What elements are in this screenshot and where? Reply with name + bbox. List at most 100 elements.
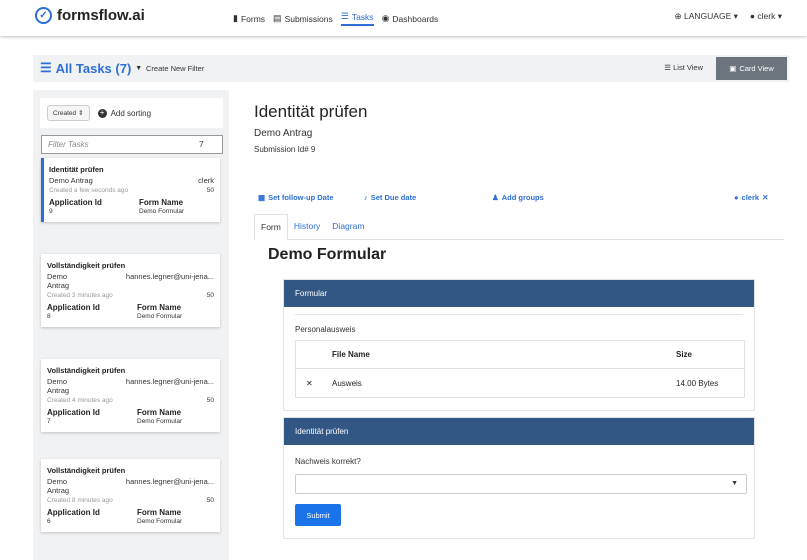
identitaet-panel: Identität prüfen Nachweis korrekt? ▼ Sub…	[283, 417, 755, 539]
form-name-value: Demo Formular	[137, 518, 183, 525]
task-priority: 50	[206, 292, 214, 299]
add-groups-button[interactable]: ♟ Add groups	[492, 193, 544, 202]
app-id-label: Application Id	[47, 508, 100, 517]
formular-panel: Formular Personalausweis File Name Size …	[283, 279, 755, 411]
task-card[interactable]: Identität prüfen Demo Antrag clerk Creat…	[41, 158, 220, 222]
tab-history[interactable]: History	[288, 214, 326, 239]
set-due-date-button[interactable]: ♪ Set Due date	[364, 193, 416, 202]
task-product-cont: Antrag	[47, 486, 70, 495]
assignee-button[interactable]: ● clerk ✕	[734, 193, 768, 202]
main-nav: ▮ Forms ▤ Submissions ☰ Tasks ◉ Dashboar…	[233, 11, 438, 26]
app-id-label: Application Id	[49, 198, 102, 207]
caret-down-icon: ▼	[731, 480, 738, 487]
add-sorting-button[interactable]: + Add sorting	[97, 108, 151, 118]
form-name-label: Form Name	[137, 303, 182, 312]
task-title: Identität prüfen	[254, 102, 368, 121]
task-sidebar: Created ⇕ + Add sorting Filter Tasks 7 I…	[33, 90, 229, 560]
file-table: File Name Size ✕ Ausweis 14.00 Bytes	[295, 340, 745, 398]
file-name[interactable]: Ausweis	[332, 379, 676, 388]
task-name: Vollständigkeit prüfen	[47, 366, 126, 375]
user-dropdown[interactable]: ● clerk ▾	[750, 11, 782, 22]
nav-tasks[interactable]: ☰ Tasks	[340, 11, 374, 26]
brand-logo[interactable]: ✓ formsflow.ai	[35, 7, 145, 24]
globe-icon: ⊕	[674, 11, 682, 21]
file-size: 14.00 Bytes	[676, 378, 719, 388]
task-name: Identität prüfen	[49, 165, 104, 174]
app-id-label: Application Id	[47, 303, 100, 312]
task-assignee: hannes.legner@uni-jena...	[125, 477, 214, 486]
task-priority: 50	[206, 497, 214, 504]
app-id-value: 8	[47, 313, 51, 320]
task-created: Created a few seconds ago	[49, 187, 129, 194]
all-tasks-dropdown[interactable]: ☰ All Tasks (7) ▼	[40, 60, 142, 76]
remove-file-icon[interactable]: ✕	[296, 379, 332, 388]
task-product-cont: Antrag	[47, 386, 70, 395]
task-created: Created 4 minutes ago	[47, 397, 113, 404]
close-icon[interactable]: ✕	[762, 193, 768, 202]
task-priority: 50	[206, 187, 214, 194]
submission-id: Submission Id# 9	[254, 145, 316, 154]
set-follow-up-button[interactable]: ▦ Set follow-up Date	[258, 193, 334, 202]
caret-down-icon: ▼	[135, 64, 143, 72]
form-title: Demo Formular	[268, 246, 387, 263]
tasks-icon: ☰	[340, 11, 349, 21]
task-card[interactable]: Vollständigkeit prüfen Demo hannes.legne…	[41, 459, 220, 532]
filter-count: 7	[199, 139, 204, 149]
language-dropdown[interactable]: ⊕ LANGUAGE ▾	[675, 11, 738, 22]
task-subtitle: Demo Antrag	[254, 128, 313, 139]
nav-forms[interactable]: ▮ Forms	[233, 11, 265, 26]
users-icon: ♟	[492, 193, 499, 202]
calendar-icon: ▦	[258, 193, 266, 202]
form-name-value: Demo Formular	[137, 418, 183, 425]
user-icon: ●	[749, 11, 756, 21]
task-created: Created 8 minutes ago	[47, 497, 113, 504]
submit-button[interactable]: Submit	[295, 504, 341, 526]
card-view-button[interactable]: ▣ Card View	[716, 57, 787, 80]
task-tabs: Form History Diagram	[254, 214, 784, 240]
table-header-row: File Name Size	[296, 341, 744, 369]
task-created: Created 3 minutes ago	[47, 292, 113, 299]
app-id-value: 9	[49, 208, 53, 215]
panel-header: Formular	[284, 280, 754, 307]
filter-tasks-input[interactable]: Filter Tasks	[41, 135, 223, 154]
task-card[interactable]: Vollständigkeit prüfen Demo hannes.legne…	[41, 254, 220, 327]
form-name-value: Demo Formular	[137, 313, 183, 320]
personalausweis-label: Personalausweis	[295, 325, 356, 334]
task-product: Demo	[47, 477, 68, 486]
task-assignee: hannes.legner@uni-jena...	[125, 272, 214, 281]
brand-name: formsflow.ai	[57, 7, 145, 24]
form-name-label: Form Name	[139, 198, 184, 207]
task-detail: Identität prüfen Demo Antrag Submission …	[236, 90, 789, 560]
list-view-button[interactable]: ☰ List View	[664, 63, 703, 72]
nachweis-label: Nachweis korrekt?	[295, 457, 361, 466]
top-navbar: ✓ formsflow.ai ▮ Forms ▤ Submissions ☰ T…	[0, 0, 807, 36]
nav-submissions[interactable]: ▤ Submissions	[273, 11, 333, 26]
task-card[interactable]: Vollständigkeit prüfen Demo hannes.legne…	[41, 359, 220, 432]
list-icon: ☰	[40, 60, 52, 75]
form-name-value: Demo Formular	[139, 208, 185, 215]
size-header: Size	[676, 350, 693, 359]
task-name: Vollständigkeit prüfen	[47, 466, 126, 475]
tab-diagram[interactable]: Diagram	[326, 214, 370, 239]
user-icon: ●	[734, 193, 739, 202]
sort-created-button[interactable]: Created ⇕	[47, 105, 90, 121]
app-id-label: Application Id	[47, 408, 100, 417]
bell-icon: ♪	[364, 193, 368, 202]
table-row: ✕ Ausweis 14.00 Bytes	[296, 369, 744, 397]
task-product: Demo Antrag	[49, 176, 93, 185]
task-list-header: ☰ All Tasks (7) ▼ Create New Filter ☰ Li…	[33, 55, 789, 82]
list-box-icon: ▤	[273, 13, 282, 23]
nachweis-select[interactable]: ▼	[295, 474, 747, 494]
form-name-label: Form Name	[137, 408, 182, 417]
card-icon: ▣	[729, 64, 737, 73]
form-name-label: Form Name	[137, 508, 182, 517]
tab-form[interactable]: Form	[254, 214, 288, 240]
file-icon: ▮	[233, 13, 238, 23]
app-id-value: 7	[47, 418, 51, 425]
nav-dashboards[interactable]: ◉ Dashboards	[382, 11, 439, 26]
task-product-cont: Antrag	[47, 281, 70, 290]
app-id-value: 6	[47, 518, 51, 525]
create-filter-link[interactable]: Create New Filter	[146, 64, 204, 73]
sort-icon: ⇕	[78, 110, 84, 117]
task-product: Demo	[47, 377, 68, 386]
